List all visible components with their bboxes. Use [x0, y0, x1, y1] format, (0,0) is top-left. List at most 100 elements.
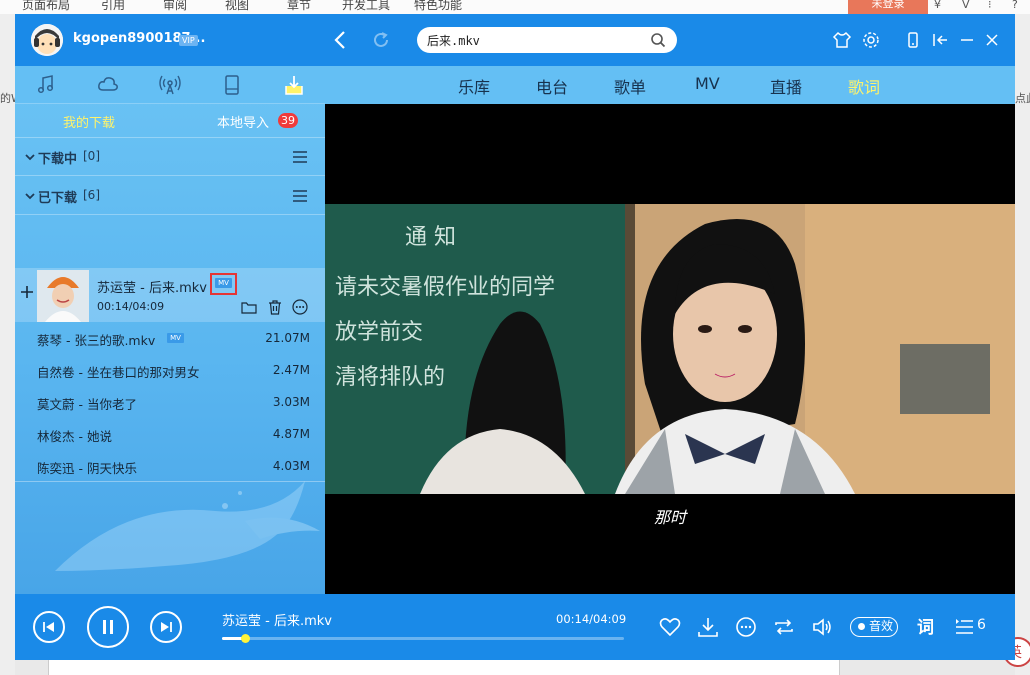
queue-count[interactable]: 6: [977, 617, 986, 633]
more-options-icon[interactable]: [292, 299, 308, 315]
app-header: kgopen8900187... VIP: [15, 14, 1015, 66]
list-item[interactable]: 陈奕迅 - 阴天快乐 4.03M: [15, 450, 325, 482]
avatar-face-icon: [31, 24, 63, 56]
progress-bar[interactable]: [222, 634, 624, 643]
list-item-size: 21.07M: [265, 331, 310, 345]
video-frame: 通 知 请未交暑假作业的同学 放学前交 清将排队的: [325, 204, 1015, 494]
radio-icon: [159, 75, 181, 95]
settings-gear-icon[interactable]: [861, 29, 881, 51]
section-downloading-title: 下载中: [38, 152, 78, 167]
word-help-icon[interactable]: ¥: [934, 0, 941, 11]
mini-mode-icon[interactable]: [903, 29, 923, 51]
cloud-icon: [98, 77, 118, 91]
list-item-size: 4.87M: [272, 427, 310, 441]
list-item-title: 林俊杰 - 她说: [37, 429, 112, 444]
search-input[interactable]: [427, 31, 647, 49]
sidebar-subtabs: 我的下载 本地导入 39: [15, 104, 325, 138]
folder-icon[interactable]: [241, 299, 257, 315]
sound-effect-button[interactable]: 音效: [850, 617, 898, 637]
chalk-line: 通 知: [405, 225, 456, 250]
word-right-text: 点此: [1015, 92, 1030, 105]
tab-download[interactable]: [263, 66, 325, 104]
volume-icon[interactable]: [811, 616, 833, 638]
subtab-my-downloads[interactable]: 我的下载: [63, 112, 115, 131]
dock-icon[interactable]: [930, 29, 950, 51]
avatar[interactable]: [31, 24, 63, 56]
tab-radio[interactable]: [139, 66, 201, 104]
video-subtitle: 那时: [653, 508, 686, 527]
lyrics-button[interactable]: 词: [917, 613, 934, 638]
section-downloaded-count: [6]: [83, 188, 100, 202]
minimize-icon[interactable]: [957, 29, 977, 51]
tab-radio-station[interactable]: 电台: [536, 74, 568, 98]
main-nav: 乐库 电台 歌单 MV 直播 歌词: [325, 66, 1015, 104]
now-playing-time: 00:14/04:09: [556, 612, 627, 626]
list-item[interactable]: 莫文蔚 - 当你老了 3.03M: [15, 386, 325, 418]
tab-library[interactable]: 乐库: [458, 74, 490, 98]
list-item[interactable]: 林俊杰 - 她说 4.87M: [15, 418, 325, 450]
mv-badge[interactable]: MV: [167, 333, 184, 343]
back-arrow-icon[interactable]: [330, 28, 352, 52]
repeat-icon[interactable]: [773, 616, 795, 638]
search-icon[interactable]: [650, 32, 666, 48]
video-player[interactable]: 通 知 请未交暑假作业的同学 放学前交 清将排队的 那时: [325, 104, 1015, 594]
music-note-icon: [37, 75, 54, 94]
progress-handle[interactable]: [240, 634, 250, 643]
word-menu-sections[interactable]: 章节: [287, 0, 311, 13]
word-menu-layout[interactable]: 页面布局: [22, 0, 70, 13]
downloaded-list: 蔡琴 - 张三的歌.mkv MV 21.07M 自然卷 - 坐在巷口的那对男女 …: [15, 322, 325, 482]
pause-icon: [103, 620, 113, 634]
previous-button[interactable]: [33, 611, 65, 643]
download-icon[interactable]: [697, 616, 719, 638]
singer-photo-icon: [37, 270, 89, 322]
playlist-queue-icon[interactable]: [955, 616, 975, 636]
word-left-text: 的W: [0, 92, 15, 105]
previous-icon: [43, 622, 54, 632]
list-item-title: 陈奕迅 - 阴天快乐: [37, 461, 137, 476]
section-downloading[interactable]: 下载中 [0]: [15, 138, 325, 176]
list-item-size: 2.47M: [272, 363, 310, 377]
tab-device[interactable]: [201, 66, 263, 104]
hamburger-menu-icon[interactable]: [292, 150, 308, 164]
section-downloaded-title: 已下载: [38, 191, 78, 206]
chevron-down-icon: [25, 193, 35, 200]
word-login-button[interactable]: 未登录: [848, 0, 928, 14]
word-more-icon[interactable]: ⁝: [988, 0, 992, 11]
skin-shirt-icon[interactable]: [832, 29, 852, 51]
tab-lyrics[interactable]: 歌词: [848, 74, 880, 98]
word-menu-view[interactable]: 视图: [225, 0, 249, 13]
add-icon[interactable]: [20, 285, 34, 299]
effect-dot-icon: [858, 623, 865, 630]
hamburger-menu-icon[interactable]: [292, 189, 308, 203]
trash-icon[interactable]: [267, 299, 283, 315]
tab-playlists[interactable]: 歌单: [614, 74, 646, 98]
kugou-window: kgopen8900187... VIP 后来.mkv 我的下载 本地导入 39…: [15, 14, 1015, 660]
word-menu-features[interactable]: 特色功能: [414, 0, 462, 13]
refresh-icon[interactable]: [370, 29, 392, 51]
list-divider: [15, 481, 325, 482]
mv-badge-highlight[interactable]: MV: [210, 273, 237, 295]
word-close-icon[interactable]: ?: [1012, 0, 1018, 11]
list-item[interactable]: 自然卷 - 坐在巷口的那对男女 2.47M: [15, 354, 325, 386]
word-minimize-icon[interactable]: ᐯ: [962, 0, 970, 11]
subtab-local-import[interactable]: 本地导入: [217, 112, 269, 131]
word-menu-review[interactable]: 审阅: [163, 0, 187, 13]
tab-cloud[interactable]: [77, 66, 139, 104]
heart-icon[interactable]: [659, 616, 681, 638]
word-right-margin: [1015, 14, 1030, 675]
word-menu-references[interactable]: 引用: [101, 0, 125, 13]
pause-button[interactable]: [87, 606, 129, 648]
active-download-row[interactable]: 苏运莹 - 后来.mkv MV 00:14/04:09: [15, 268, 325, 322]
list-item-title: 自然卷 - 坐在巷口的那对男女: [37, 365, 200, 380]
next-button[interactable]: [150, 611, 182, 643]
section-downloaded[interactable]: 已下载 [6]: [15, 177, 325, 215]
tab-mv[interactable]: MV: [695, 74, 720, 93]
tab-music[interactable]: [15, 66, 77, 104]
more-icon[interactable]: [735, 616, 757, 638]
active-song-title: 苏运莹 - 后来.mkv: [97, 281, 207, 296]
close-icon[interactable]: [982, 29, 1002, 51]
word-menu-developer[interactable]: 开发工具: [342, 0, 390, 13]
tab-live[interactable]: 直播: [770, 74, 802, 98]
next-icon: [161, 622, 172, 632]
list-item[interactable]: 蔡琴 - 张三的歌.mkv MV 21.07M: [15, 322, 325, 354]
